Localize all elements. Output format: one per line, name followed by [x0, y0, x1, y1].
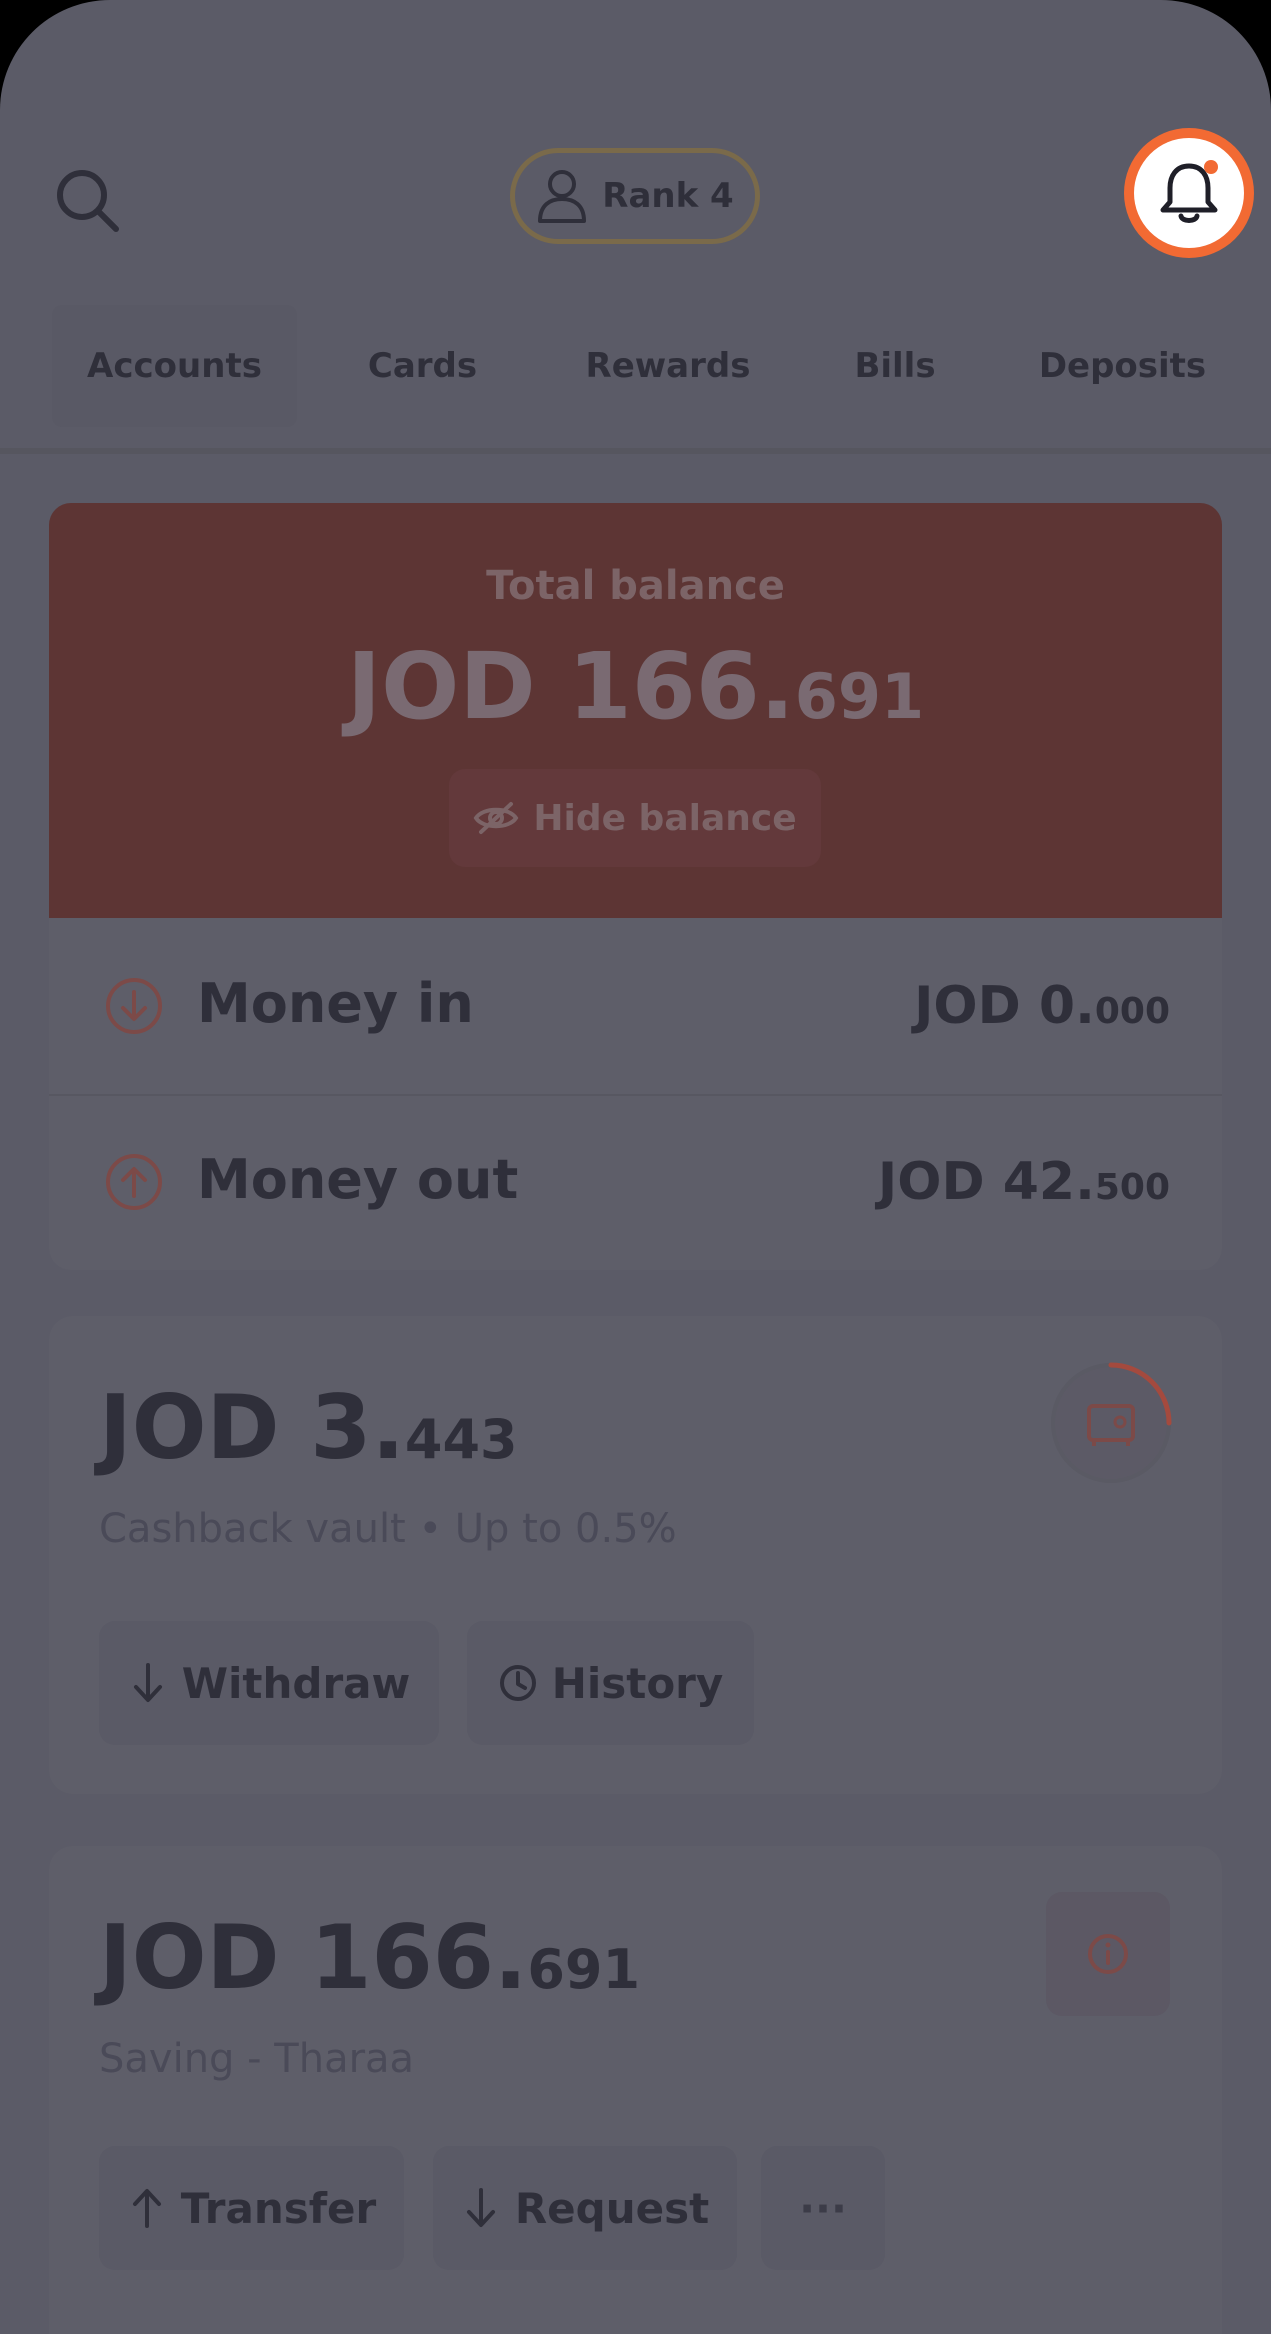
tab-cards[interactable]: Cards — [350, 305, 495, 427]
total-balance-card: Total balance JOD 166.691 Hide balance — [49, 503, 1222, 918]
transfer-button[interactable]: Transfer — [99, 2146, 404, 2270]
tab-rewards[interactable]: Rewards — [583, 305, 753, 427]
saving-amount: JOD 166.691 — [99, 1906, 641, 2009]
info-button[interactable] — [1046, 1892, 1170, 2016]
money-in-row[interactable]: Money in JOD 0.000 — [49, 918, 1222, 1096]
info-icon — [1088, 1934, 1128, 1974]
more-icon: ··· — [799, 2183, 847, 2233]
notification-dot — [1204, 160, 1218, 174]
search-icon[interactable] — [52, 165, 122, 235]
tab-divider — [0, 448, 1271, 454]
arrow-up-icon — [132, 2189, 161, 2228]
rank-label: Rank 4 — [602, 176, 734, 216]
hide-balance-button[interactable]: Hide balance — [449, 769, 821, 867]
notifications-button[interactable] — [1124, 128, 1254, 258]
vault-amount: JOD 3.443 — [99, 1376, 518, 1479]
rank-badge[interactable]: Rank 4 — [510, 148, 760, 244]
vault-subtitle: Cashback vault • Up to 0.5% — [99, 1506, 677, 1552]
withdraw-label: Withdraw — [181, 1658, 411, 1708]
saving-subtitle: Saving - Tharaa — [99, 2036, 415, 2082]
app-screen: Rank 4 Accounts Cards Rewards Bills Depo… — [0, 0, 1271, 2334]
withdraw-button[interactable]: Withdraw — [99, 1621, 439, 1745]
money-flow-card: Money in JOD 0.000 Money out JOD 42.500 — [49, 918, 1222, 1270]
total-balance-label: Total balance — [486, 563, 785, 609]
tab-bills[interactable]: Bills — [845, 305, 945, 427]
arrow-down-icon — [133, 1663, 162, 1702]
transfer-label: Transfer — [180, 2183, 377, 2233]
tab-accounts[interactable]: Accounts — [52, 305, 297, 427]
money-in-value: JOD 0.000 — [914, 976, 1170, 1036]
tab-deposits[interactable]: Deposits — [1035, 305, 1210, 427]
request-label: Request — [514, 2183, 710, 2233]
total-balance-amount: JOD 166.691 — [346, 633, 925, 740]
top-bar: Rank 4 — [0, 0, 1271, 300]
money-out-row[interactable]: Money out JOD 42.500 — [49, 1094, 1222, 1270]
arrow-down-icon — [466, 2188, 495, 2227]
arrow-up-circle-icon — [106, 1154, 162, 1210]
money-out-value: JOD 42.500 — [877, 1152, 1170, 1212]
user-icon — [538, 170, 587, 223]
more-button[interactable]: ··· — [761, 2146, 885, 2270]
arrow-down-circle-icon — [106, 978, 162, 1034]
money-in-label: Money in — [197, 972, 474, 1035]
eye-off-icon — [473, 802, 519, 834]
vault-progress-icon[interactable] — [1046, 1358, 1176, 1488]
money-out-label: Money out — [197, 1148, 519, 1211]
history-label: History — [551, 1658, 724, 1708]
clock-icon — [499, 1665, 536, 1701]
history-button[interactable]: History — [467, 1621, 754, 1745]
request-button[interactable]: Request — [433, 2146, 737, 2270]
hide-balance-label: Hide balance — [533, 797, 797, 839]
